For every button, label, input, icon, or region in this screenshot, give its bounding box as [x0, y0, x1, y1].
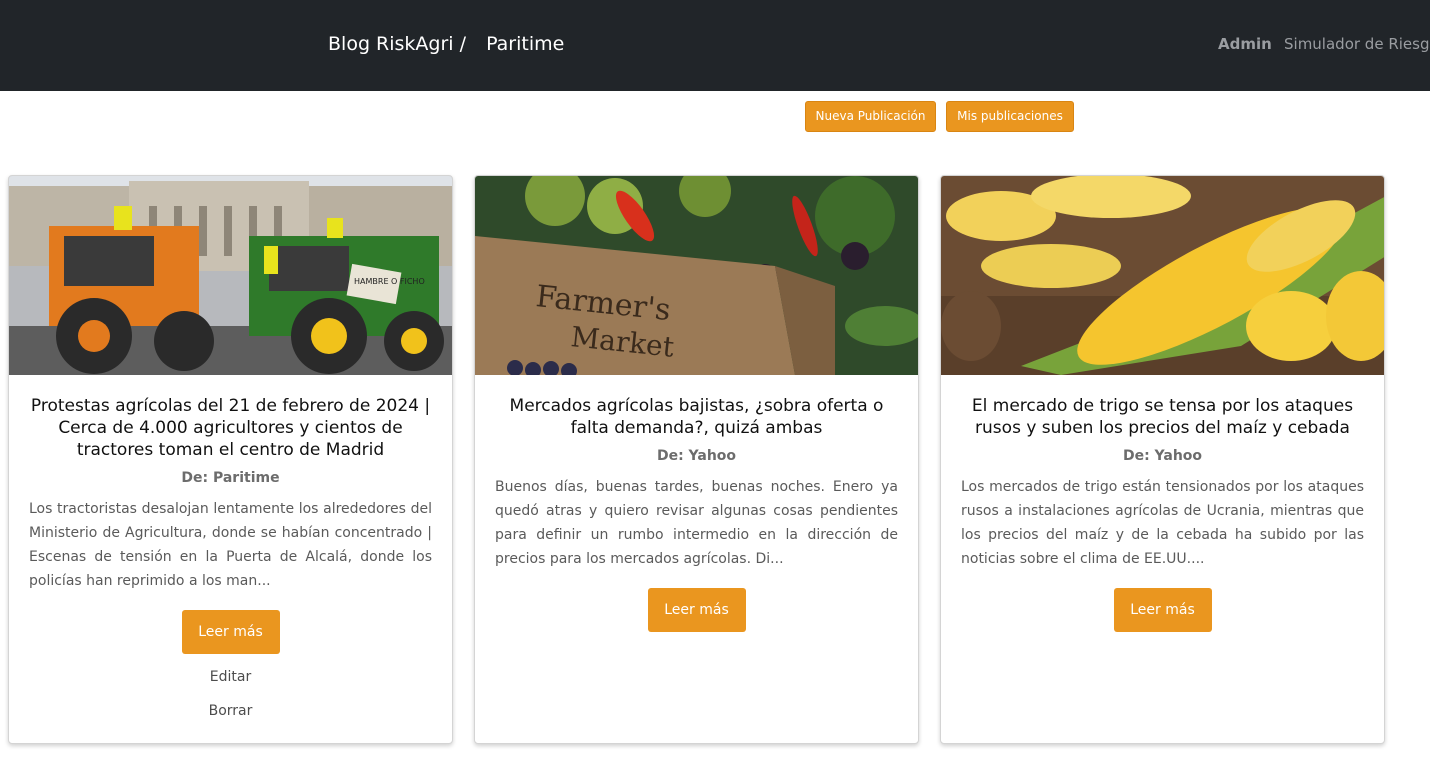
post-image-corn[interactable] — [941, 176, 1384, 375]
post-excerpt: Los tractoristas desalojan lentamente lo… — [29, 501, 432, 589]
tractor-sign-text: HAMBRE O FICHO — [354, 277, 425, 286]
post-author: De: Paritime — [181, 470, 280, 486]
read-more-button[interactable]: Leer más — [647, 588, 746, 632]
post-card: Farmer's Market Mercados agrícolas bajis… — [474, 175, 919, 744]
top-navbar: Blog RiskAgri / Paritime Admin Simulador… — [0, 0, 1430, 91]
nav-simulator-link[interactable]: Simulador de Riesgo — [1284, 35, 1430, 53]
breadcrumb-current[interactable]: Paritime — [486, 33, 564, 55]
delete-link[interactable]: Borrar — [9, 703, 452, 719]
post-title: Mercados agrícolas bajistas, ¿sobra ofer… — [509, 396, 884, 438]
brand-link[interactable]: Blog RiskAgri / — [328, 33, 466, 55]
nav-admin-link[interactable]: Admin — [1218, 35, 1272, 53]
post-excerpt: Buenos días, buenas tardes, buenas noche… — [495, 479, 898, 567]
post-excerpt: Los mercados de trigo están tensionados … — [961, 479, 1364, 567]
post-card: El mercado de trigo se tensa por los ata… — [940, 175, 1385, 744]
post-image-farmers-market[interactable]: Farmer's Market — [475, 176, 918, 375]
read-more-button[interactable]: Leer más — [181, 610, 280, 654]
post-author: De: Yahoo — [656, 448, 737, 464]
post-title: Protestas agrícolas del 21 de febrero de… — [30, 396, 431, 460]
breadcrumb: Blog RiskAgri / Paritime — [328, 33, 564, 55]
post-card: HAMBRE O FICHO Protestas agrícolas del 2… — [8, 175, 453, 744]
new-post-button[interactable]: Nueva Publicación — [805, 101, 936, 132]
read-more-button[interactable]: Leer más — [1113, 588, 1212, 632]
edit-link[interactable]: Editar — [9, 669, 452, 685]
post-title: El mercado de trigo se tensa por los ata… — [971, 396, 1354, 438]
my-posts-button[interactable]: Mis publicaciones — [946, 101, 1074, 132]
post-author: De: Yahoo — [1122, 448, 1203, 464]
post-image-tractors[interactable]: HAMBRE O FICHO — [9, 176, 452, 375]
